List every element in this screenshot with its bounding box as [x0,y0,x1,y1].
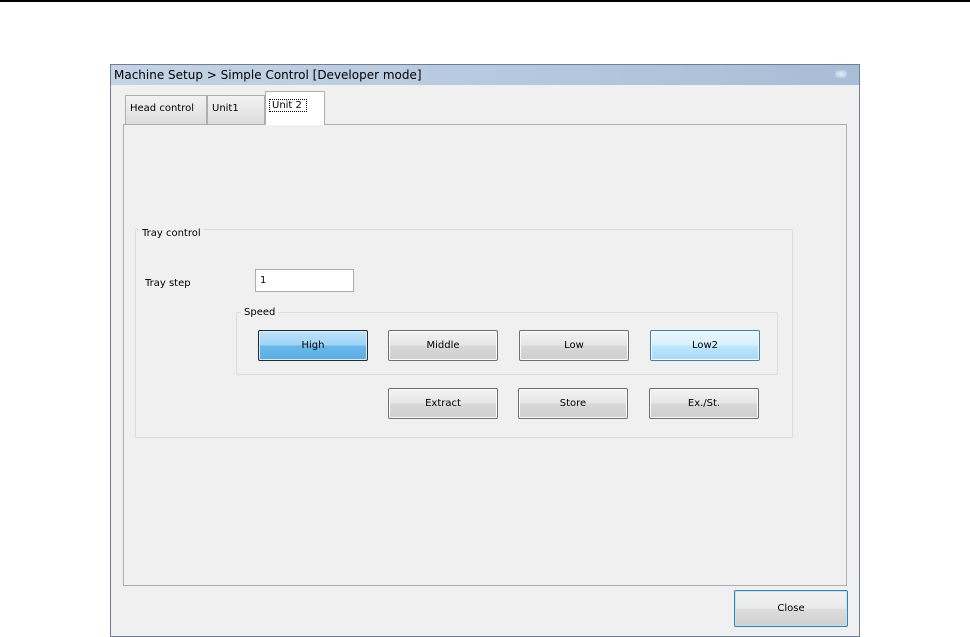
tray-control-group-title: Tray control [139,228,204,240]
tab-unit2-label: Unit 2 [269,99,307,112]
speed-middle-button[interactable]: Middle [388,330,498,361]
window-title: Machine Setup > Simple Control [Develope… [114,68,422,82]
tab-head-control-label: Head control [130,103,194,114]
speed-group: Speed High Middle Low Low2 [236,307,778,375]
tab-unit2[interactable]: Unit 2 [265,91,325,125]
tray-step-label: Tray step [145,278,191,289]
title-bar: Machine Setup > Simple Control [Develope… [111,65,859,85]
tab-panel-unit2: Tray control Tray step Speed High Middle… [123,124,847,586]
tab-unit1[interactable]: Unit1 [207,95,265,124]
speed-low2-button[interactable]: Low2 [650,330,760,361]
tray-step-input[interactable] [255,269,354,292]
speed-low-button[interactable]: Low [519,330,629,361]
store-button[interactable]: Store [518,388,628,419]
speed-high-button[interactable]: High [258,330,368,361]
tab-unit1-label: Unit1 [212,103,239,114]
top-rule [0,0,970,2]
titlebar-glint [835,70,847,78]
tab-head-control[interactable]: Head control [125,95,207,124]
speed-group-title: Speed [241,307,279,319]
extract-button[interactable]: Extract [388,388,498,419]
extract-store-button[interactable]: Ex./St. [649,388,759,419]
dialog-client-area: Head control Unit1 Unit 2 Tray control T… [111,85,859,636]
close-button[interactable]: Close [734,590,848,627]
tray-control-group: Tray control Tray step Speed High Middle… [135,228,793,438]
machine-setup-window: Machine Setup > Simple Control [Develope… [110,64,860,637]
